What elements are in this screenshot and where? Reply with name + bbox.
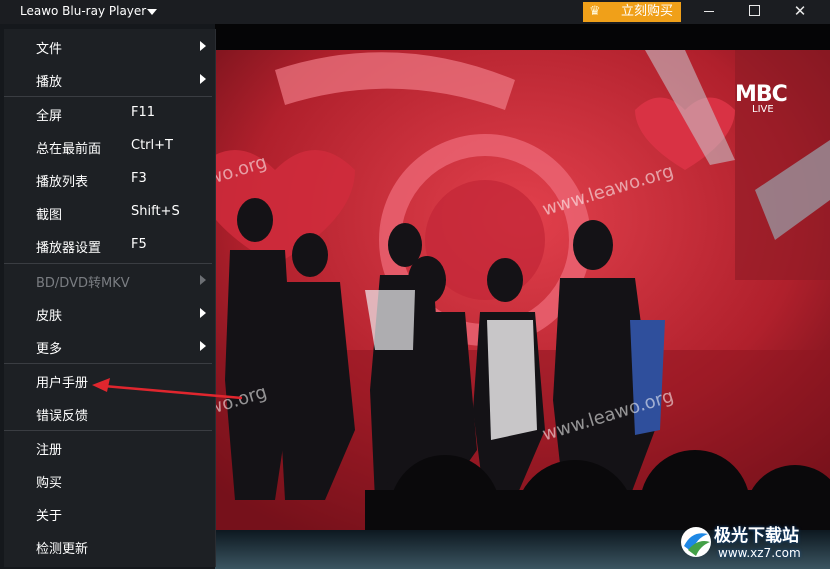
title-dropdown-caret-icon[interactable] bbox=[147, 9, 157, 15]
buy-now-button[interactable]: ♛ 立刻购买 bbox=[583, 2, 681, 22]
menu-item-label: 用户手册 bbox=[36, 376, 89, 391]
menu-item-file[interactable]: 文件 bbox=[4, 30, 215, 63]
menu-item-label: 播放器设置 bbox=[36, 241, 102, 256]
submenu-arrow-icon bbox=[200, 341, 206, 351]
video-scene bbox=[215, 50, 830, 530]
buy-now-label: 立刻购买 bbox=[621, 4, 674, 19]
submenu-arrow-icon bbox=[200, 74, 206, 84]
menu-item-label: 检测更新 bbox=[36, 542, 89, 557]
menu-item-shortcut: F11 bbox=[131, 105, 156, 120]
menu-item-play[interactable]: 播放 bbox=[4, 63, 215, 96]
menu-item-label: 播放 bbox=[36, 75, 63, 90]
menu-item-purchase[interactable]: 购买 bbox=[4, 464, 215, 497]
menu-item-label: 全屏 bbox=[36, 109, 63, 124]
menu-item-shortcut: F3 bbox=[131, 171, 147, 186]
maximize-button[interactable] bbox=[732, 0, 776, 24]
menu-item-always-on-top[interactable]: 总在最前面 Ctrl+T bbox=[4, 130, 215, 163]
menu-item-shortcut: F5 bbox=[131, 237, 147, 252]
menu-item-more[interactable]: 更多 bbox=[4, 330, 215, 363]
menu-item-label: 更多 bbox=[36, 342, 63, 357]
menu-item-screenshot[interactable]: 截图 Shift+S bbox=[4, 196, 215, 229]
site-watermark-badge: 极光下载站 www.xz7.com bbox=[678, 518, 830, 569]
menu-item-about[interactable]: 关于 bbox=[4, 497, 215, 530]
menu-item-label: 播放列表 bbox=[36, 175, 89, 190]
title-bar: Leawo Blu-ray Player ♛ 立刻购买 ✕ bbox=[0, 0, 830, 24]
channel-live-label: LIVE bbox=[752, 104, 774, 115]
submenu-arrow-icon bbox=[200, 308, 206, 318]
submenu-arrow-icon bbox=[200, 41, 206, 51]
menu-item-label: 错误反馈 bbox=[36, 409, 89, 424]
menu-item-skin[interactable]: 皮肤 bbox=[4, 297, 215, 330]
video-letterbox-top bbox=[215, 24, 830, 50]
menu-item-bd-dvd-to-mkv: BD/DVD转MKV bbox=[4, 264, 215, 297]
menu-item-label: 关于 bbox=[36, 509, 63, 524]
crown-icon: ♛ bbox=[589, 4, 601, 19]
main-menu: 文件 播放 全屏 F11 总在最前面 Ctrl+T 播放列表 F3 截图 Shi… bbox=[4, 29, 216, 567]
video-area[interactable]: MBC LIVE wo.org www.leawo.org wo.org www… bbox=[215, 24, 830, 569]
menu-item-user-manual[interactable]: 用户手册 bbox=[4, 364, 215, 397]
menu-item-playlist[interactable]: 播放列表 F3 bbox=[4, 163, 215, 196]
menu-item-error-feedback[interactable]: 错误反馈 bbox=[4, 397, 215, 430]
video-frame[interactable]: MBC LIVE wo.org www.leawo.org wo.org www… bbox=[215, 50, 830, 530]
menu-item-label: 截图 bbox=[36, 208, 63, 223]
menu-item-register[interactable]: 注册 bbox=[4, 431, 215, 464]
menu-item-check-updates[interactable]: 检测更新 bbox=[4, 530, 215, 563]
site-name: 极光下载站 bbox=[714, 526, 799, 546]
submenu-arrow-icon bbox=[200, 275, 206, 285]
minimize-button[interactable] bbox=[686, 0, 730, 24]
menu-item-label: 注册 bbox=[36, 443, 63, 458]
aurora-logo-icon bbox=[681, 527, 711, 557]
menu-item-fullscreen[interactable]: 全屏 F11 bbox=[4, 97, 215, 130]
menu-item-label: 文件 bbox=[36, 42, 63, 57]
menu-item-player-settings[interactable]: 播放器设置 F5 bbox=[4, 229, 215, 262]
menu-item-label: 总在最前面 bbox=[36, 142, 102, 157]
site-url: www.xz7.com bbox=[718, 546, 801, 560]
close-button[interactable]: ✕ bbox=[778, 0, 822, 24]
menu-item-label: 皮肤 bbox=[36, 309, 63, 324]
app-title[interactable]: Leawo Blu-ray Player bbox=[20, 4, 146, 18]
menu-item-label: 购买 bbox=[36, 476, 63, 491]
menu-item-shortcut: Shift+S bbox=[131, 204, 180, 219]
menu-item-label: BD/DVD转MKV bbox=[36, 276, 130, 291]
menu-item-shortcut: Ctrl+T bbox=[131, 138, 173, 153]
